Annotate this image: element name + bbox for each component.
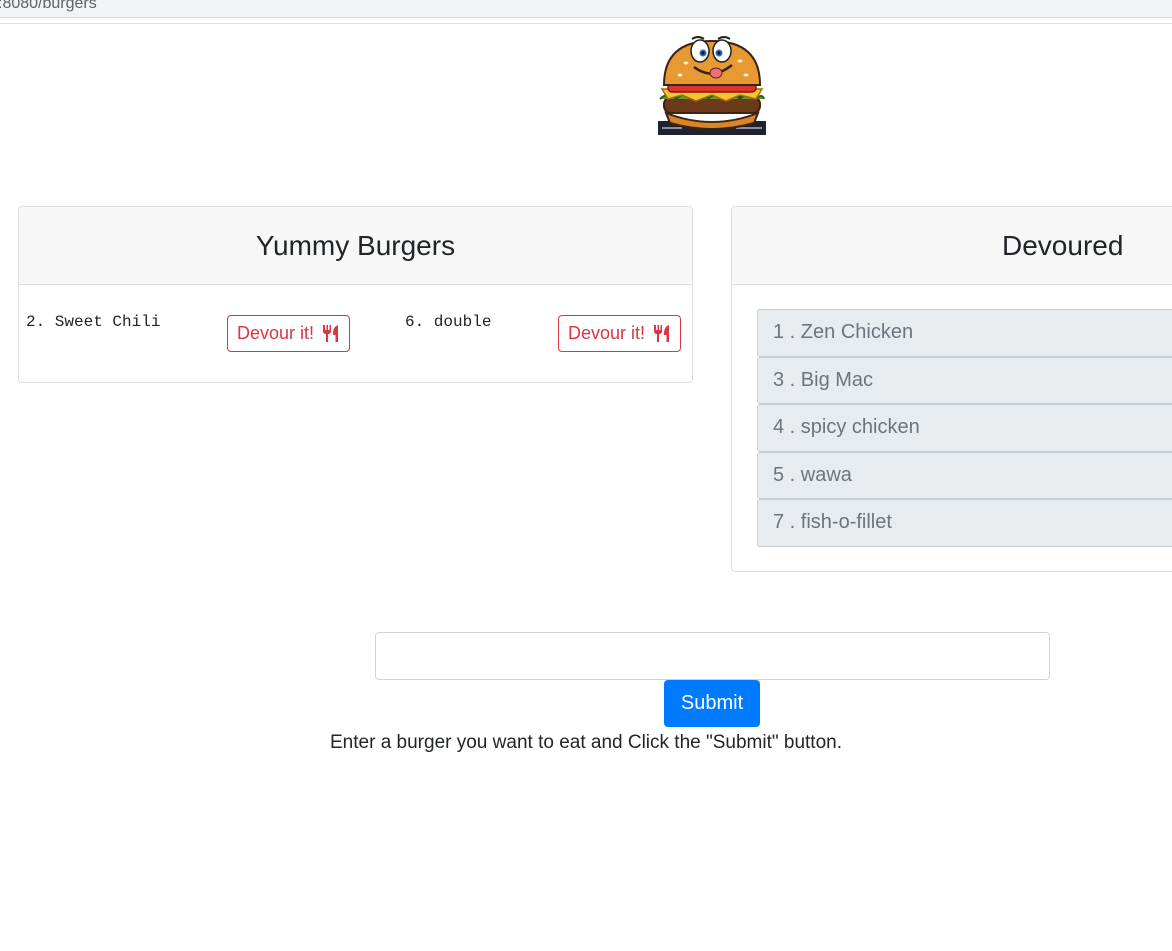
burger-item: 6. double [405, 313, 492, 331]
burger-mascot-icon [658, 36, 766, 135]
burger-name-input[interactable] [375, 632, 1050, 680]
browser-address-bar[interactable]: :8080/burgers [0, 0, 1172, 18]
list-item: 1 . Zen Chicken [757, 309, 1172, 357]
devoured-list: 1 . Zen Chicken 3 . Big Mac 4 . spicy ch… [757, 309, 1172, 547]
list-item: 3 . Big Mac [757, 356, 1172, 404]
utensils-icon [323, 325, 339, 342]
submit-button[interactable]: Submit [664, 680, 760, 727]
devour-button[interactable]: Devour it! [227, 315, 350, 352]
devoured-title: Devoured [732, 207, 1172, 285]
list-item: 5 . wawa [757, 451, 1172, 499]
list-item: 4 . spicy chicken [757, 404, 1172, 452]
divider [0, 23, 1172, 24]
instructions-text: Enter a burger you want to eat and Click… [0, 732, 1172, 754]
devour-button-label: Devour it! [567, 323, 646, 343]
instructions-label: Enter a burger you want to eat and Click… [330, 732, 842, 753]
address-url[interactable]: :8080/burgers [0, 0, 97, 13]
list-item: 7 . fish-o-fillet [757, 499, 1172, 547]
devour-button[interactable]: Devour it! [558, 315, 681, 352]
yummy-burgers-card: Yummy Burgers [18, 206, 693, 383]
yummy-burgers-title: Yummy Burgers [19, 207, 692, 285]
burger-item: 2. Sweet Chili [26, 313, 161, 331]
devour-button-label: Devour it! [236, 323, 315, 343]
utensils-icon [654, 325, 670, 342]
